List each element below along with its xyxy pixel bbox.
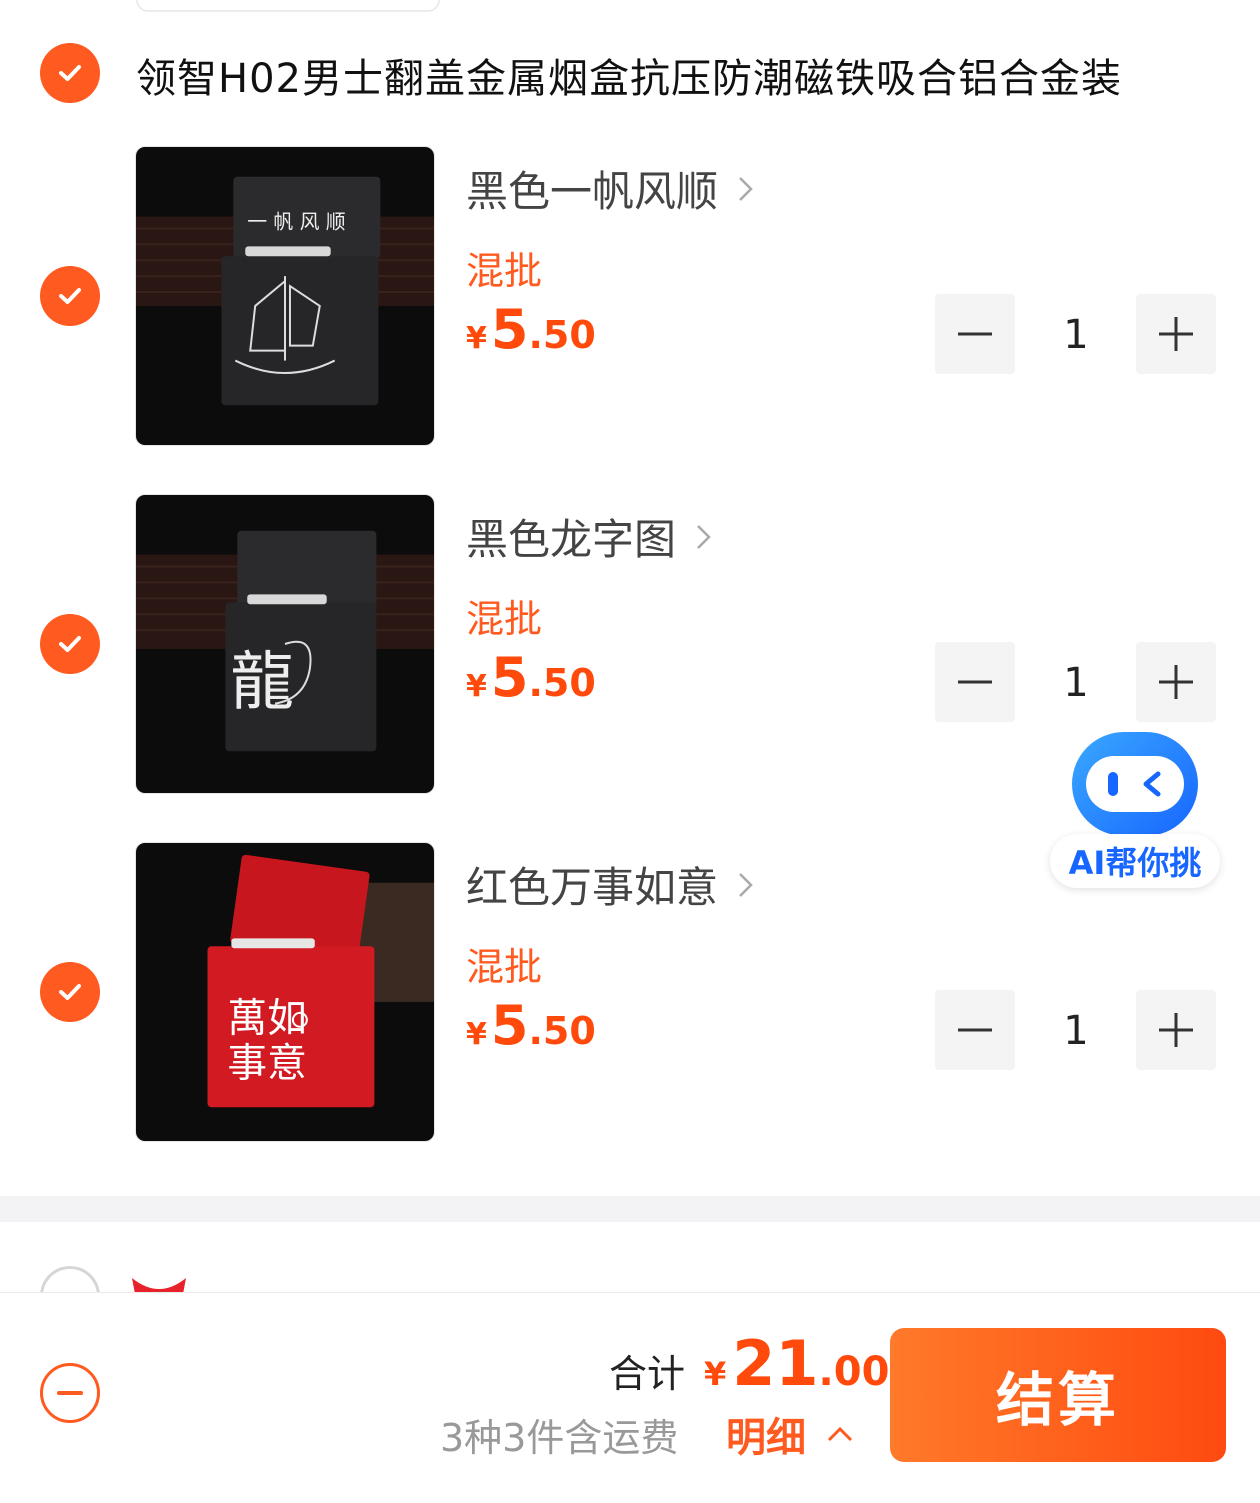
check-icon (59, 984, 81, 1000)
chevron-right-icon (739, 176, 753, 201)
quantity-value[interactable]: 1 (1036, 312, 1116, 358)
currency-symbol: ¥ (466, 1017, 487, 1052)
next-store-header (0, 1222, 1260, 1292)
item-price: ¥5.50 (466, 994, 596, 1057)
product-image[interactable]: 萬如 事意 (135, 842, 435, 1142)
decrease-qty-button[interactable] (935, 990, 1015, 1070)
total-label: 合计 (608, 1352, 685, 1396)
price-detail-toggle[interactable]: 明细 (726, 1405, 854, 1463)
minus-icon (958, 680, 992, 684)
svg-text:一 帆 风 顺: 一 帆 风 顺 (247, 210, 345, 233)
total-decimal: .00 (818, 1349, 890, 1395)
plus-icon (1159, 1013, 1193, 1047)
item-checkbox[interactable] (40, 614, 100, 674)
ai-helper-label: AI帮你挑 (1050, 834, 1220, 888)
variant-selector[interactable]: 红色万事如意 (466, 854, 756, 915)
plus-icon (1159, 665, 1193, 699)
price-decimal: .50 (528, 313, 596, 357)
mixed-batch-tag: 混批 (466, 945, 543, 989)
price-decimal: .50 (528, 661, 596, 705)
increase-qty-button[interactable] (1136, 990, 1216, 1070)
deselect-all-button[interactable] (40, 1363, 100, 1423)
quantity-value[interactable]: 1 (1036, 660, 1116, 706)
variant-selector[interactable]: 黑色一帆风顺 (466, 158, 756, 219)
plus-icon (1159, 317, 1193, 351)
order-summary: 3种3件含运费 (440, 1416, 679, 1460)
svg-text:萬如: 萬如 (227, 996, 306, 1042)
currency-symbol: ¥ (466, 669, 487, 704)
robot-icon (1072, 732, 1198, 836)
quantity-value[interactable]: 1 (1036, 1008, 1116, 1054)
previous-card-edge (136, 0, 440, 12)
svg-text:龍: 龍 (230, 645, 294, 719)
price-integer: 5 (490, 298, 529, 361)
product-select-checkbox[interactable] (40, 43, 100, 103)
price-integer: 5 (490, 646, 529, 709)
detail-label: 明细 (726, 1415, 806, 1461)
minus-icon (57, 1391, 83, 1395)
item-checkbox[interactable] (40, 266, 100, 326)
total-price: ¥21.00 (704, 1327, 889, 1400)
mixed-batch-tag: 混批 (466, 249, 543, 293)
product-image[interactable]: 一 帆 风 顺 (135, 146, 435, 446)
increase-qty-button[interactable] (1136, 294, 1216, 374)
item-checkbox[interactable] (40, 962, 100, 1022)
increase-qty-button[interactable] (1136, 642, 1216, 722)
svg-text:事意: 事意 (227, 1040, 306, 1086)
item-price: ¥5.50 (466, 298, 596, 361)
section-divider (0, 1196, 1260, 1222)
product-title[interactable]: 领智H02男士翻盖金属烟盒抗压防潮磁铁吸合铝合金装 (136, 46, 1122, 104)
currency-symbol: ¥ (466, 321, 487, 356)
variant-selector[interactable]: 黑色龙字图 (466, 506, 714, 567)
check-icon (59, 65, 81, 81)
minus-icon (958, 332, 992, 336)
variant-label: 红色万事如意 (466, 863, 719, 912)
item-price: ¥5.50 (466, 646, 596, 709)
total-integer: 21 (732, 1327, 819, 1400)
minus-icon (958, 1028, 992, 1032)
decrease-qty-button[interactable] (935, 294, 1015, 374)
checkout-bar: 合计 ¥21.00 3种3件含运费 明细 结算 (0, 1292, 1260, 1503)
decrease-qty-button[interactable] (935, 642, 1015, 722)
currency-symbol: ¥ (704, 1355, 727, 1393)
check-icon (59, 288, 81, 304)
mixed-batch-tag: 混批 (466, 597, 543, 641)
store-logo-icon (132, 1278, 186, 1292)
chevron-up-icon (827, 1426, 853, 1442)
product-image[interactable]: 龍 (135, 494, 435, 794)
checkout-button[interactable]: 结算 (890, 1328, 1226, 1462)
variant-label: 黑色龙字图 (466, 515, 677, 564)
chevron-right-icon (697, 524, 711, 549)
store-checkbox[interactable] (40, 1266, 100, 1292)
chevron-right-icon (739, 872, 753, 897)
price-integer: 5 (490, 994, 529, 1057)
price-decimal: .50 (528, 1009, 596, 1053)
check-icon (59, 636, 81, 652)
ai-helper-button[interactable]: AI帮你挑 (1050, 732, 1220, 892)
variant-label: 黑色一帆风顺 (466, 167, 719, 216)
